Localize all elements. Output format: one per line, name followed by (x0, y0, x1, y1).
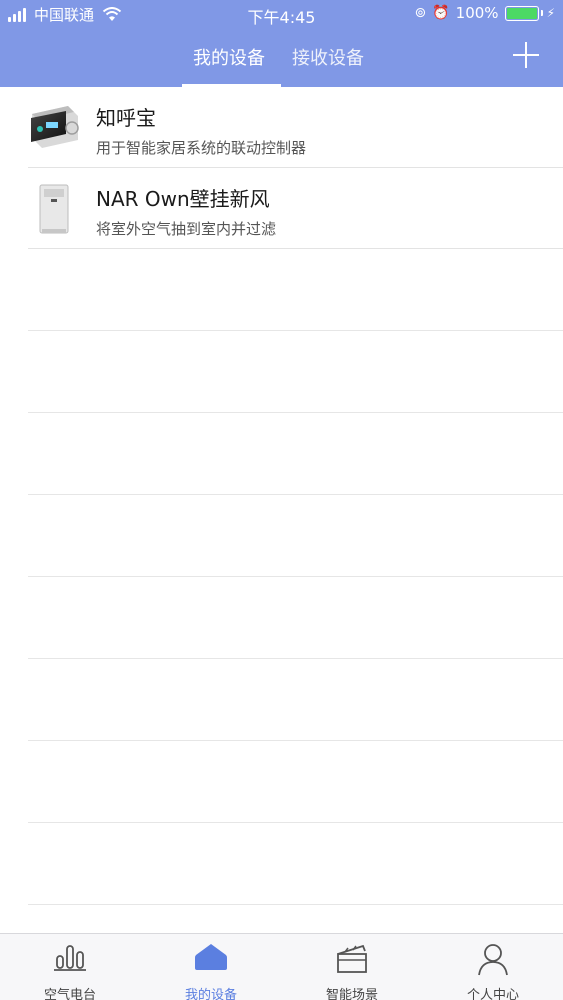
wall-ventilator-thumb (39, 184, 69, 234)
bottom-tab-bar: 空气电台 我的设备 智能场景 个人中心 (0, 933, 563, 1000)
add-device-button[interactable] (513, 42, 539, 68)
device-name: NAR Own壁挂新风 (96, 187, 270, 211)
device-list: 知呼宝 用于智能家居系统的联动控制器 NAR Own壁挂新风 将室外空气抽到室内… (0, 87, 563, 905)
device-description: 将室外空气抽到室内并过滤 (96, 220, 277, 238)
header-tabs: 我的设备 接收设备 (0, 36, 563, 87)
empty-list-row (28, 659, 563, 741)
tabbar-label: 个人中心 (466, 988, 519, 1000)
device-description: 用于智能家居系统的联动控制器 (96, 139, 307, 157)
status-bar: 中国联通 下午4:45 ⊚ ⏰ 100% ⚡ (0, 0, 563, 30)
controller-device-thumb (31, 106, 79, 148)
empty-list-row (28, 741, 563, 823)
empty-list-row (28, 823, 563, 905)
rotation-lock-icon: ⊚ (414, 5, 427, 21)
home-icon (195, 944, 227, 970)
battery-cap (540, 10, 543, 16)
tab-my-devices[interactable]: 我的设备 (182, 44, 281, 87)
battery-icon (504, 5, 539, 21)
clapperboard-icon (337, 944, 367, 973)
tab-received-devices[interactable]: 接收设备 (292, 44, 364, 87)
empty-list-row (28, 577, 563, 659)
empty-list-row (28, 249, 563, 331)
device-item-zhihubao[interactable]: 知呼宝 用于智能家居系统的联动控制器 (28, 87, 563, 168)
empty-list-row (28, 413, 563, 495)
status-right: ⊚ ⏰ 100% ⚡ (415, 4, 556, 22)
tabbar-label: 智能场景 (325, 988, 378, 1000)
bar-chart-icon (54, 945, 86, 971)
person-icon (478, 944, 508, 976)
empty-list-row (28, 331, 563, 413)
device-item-nar-own[interactable]: NAR Own壁挂新风 将室外空气抽到室内并过滤 (28, 168, 563, 249)
tabbar-item-air-radio[interactable]: 空气电台 (0, 934, 140, 1000)
header-bar: 中国联通 下午4:45 ⊚ ⏰ 100% ⚡ 我的设备 接收设备 (0, 0, 563, 87)
device-name: 知呼宝 (96, 106, 156, 130)
tabbar-item-my-devices[interactable]: 我的设备 (141, 934, 281, 1000)
tabbar-item-smart-scenes[interactable]: 智能场景 (282, 934, 422, 1000)
tab-label: 我的设备 (193, 48, 265, 69)
charging-icon: ⚡ (546, 6, 555, 20)
tabbar-label: 我的设备 (184, 988, 237, 1000)
alarm-icon: ⏰ (432, 5, 450, 21)
tabbar-label: 空气电台 (43, 988, 96, 1000)
tabbar-item-profile[interactable]: 个人中心 (423, 934, 563, 1000)
battery-percent: 100% (455, 4, 499, 22)
empty-list-row (28, 495, 563, 577)
tab-label: 接收设备 (292, 48, 364, 69)
